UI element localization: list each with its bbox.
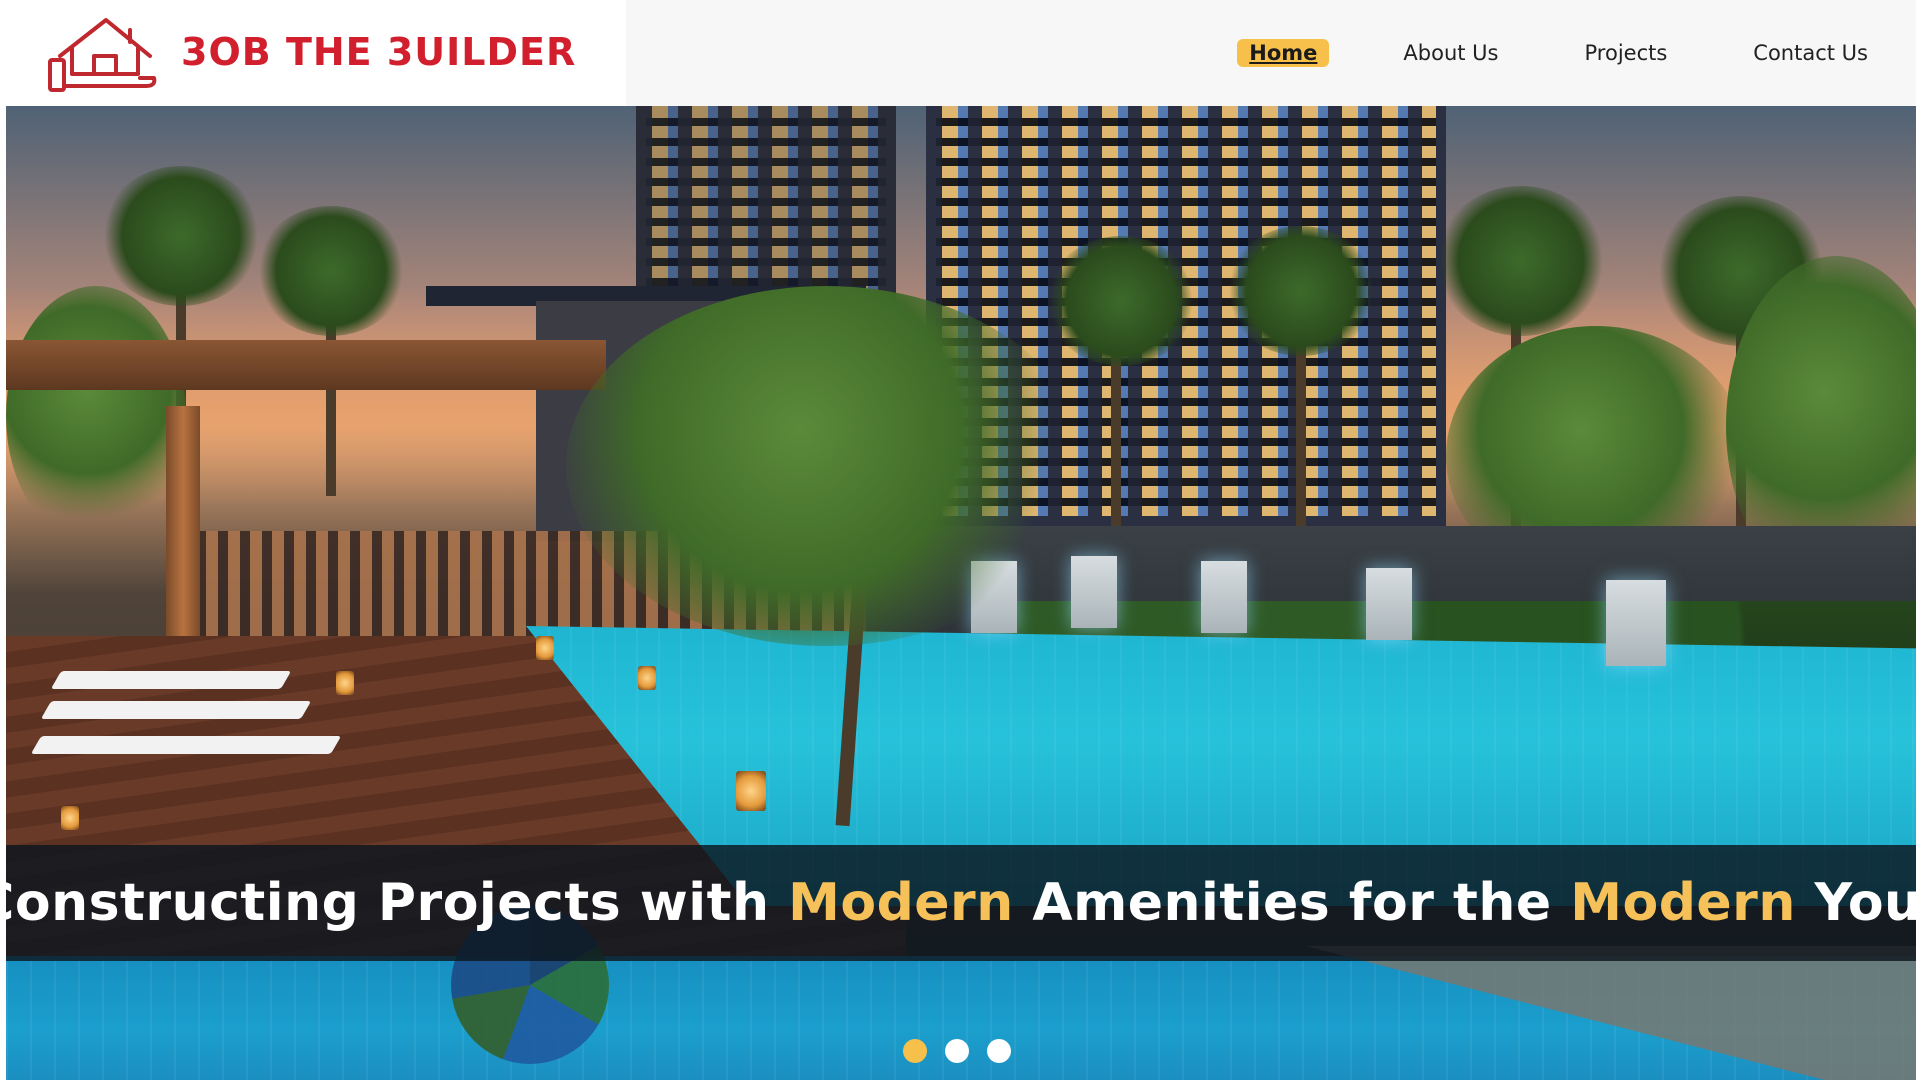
carousel-dot-3[interactable] (986, 1039, 1011, 1063)
brand-name: 3OB THE 3UILDER (181, 30, 577, 74)
caption-part-1: Constructing Projects with (6, 873, 789, 933)
nav-home[interactable]: Home (1237, 39, 1330, 67)
hero-banner: Constructing Projects with Modern Amenit… (6, 106, 1916, 1080)
lounger (40, 701, 312, 719)
carousel-dot-1[interactable] (902, 1039, 927, 1063)
house-in-hand-icon (48, 18, 157, 92)
palm-tree (1226, 226, 1376, 356)
palm-tree (256, 206, 406, 336)
caption-part-2: Amenities for the (1013, 873, 1571, 933)
frangipani-tree (566, 286, 1086, 646)
hero-caption-text: Constructing Projects with Modern Amenit… (6, 873, 1916, 933)
nav-projects[interactable]: Projects (1573, 39, 1680, 67)
carousel-dot-2[interactable] (944, 1039, 969, 1063)
palm-tree (1436, 186, 1606, 336)
site-header: 3OB THE 3UILDER Home About Us Projects C… (6, 0, 1916, 106)
brand[interactable]: 3OB THE 3UILDER (6, 0, 626, 106)
hero-caption: Constructing Projects with Modern Amenit… (6, 845, 1916, 961)
caption-highlight-1: Modern (788, 873, 1014, 933)
pergola (6, 340, 606, 390)
carousel-indicators (6, 1039, 1916, 1063)
main-nav: Home About Us Projects Contact Us (1237, 0, 1916, 106)
lounger (30, 736, 342, 754)
scrollbar[interactable] (1916, 0, 1920, 1080)
palm-tree (1046, 236, 1196, 366)
nav-about-us[interactable]: About Us (1391, 39, 1510, 67)
palm-tree (101, 166, 261, 306)
caption-highlight-2: Modern (1570, 873, 1796, 933)
lounger (50, 671, 292, 689)
nav-contact-us[interactable]: Contact Us (1741, 39, 1880, 67)
caption-part-3: You! (1814, 873, 1916, 933)
page: 3OB THE 3UILDER Home About Us Projects C… (6, 0, 1916, 1080)
